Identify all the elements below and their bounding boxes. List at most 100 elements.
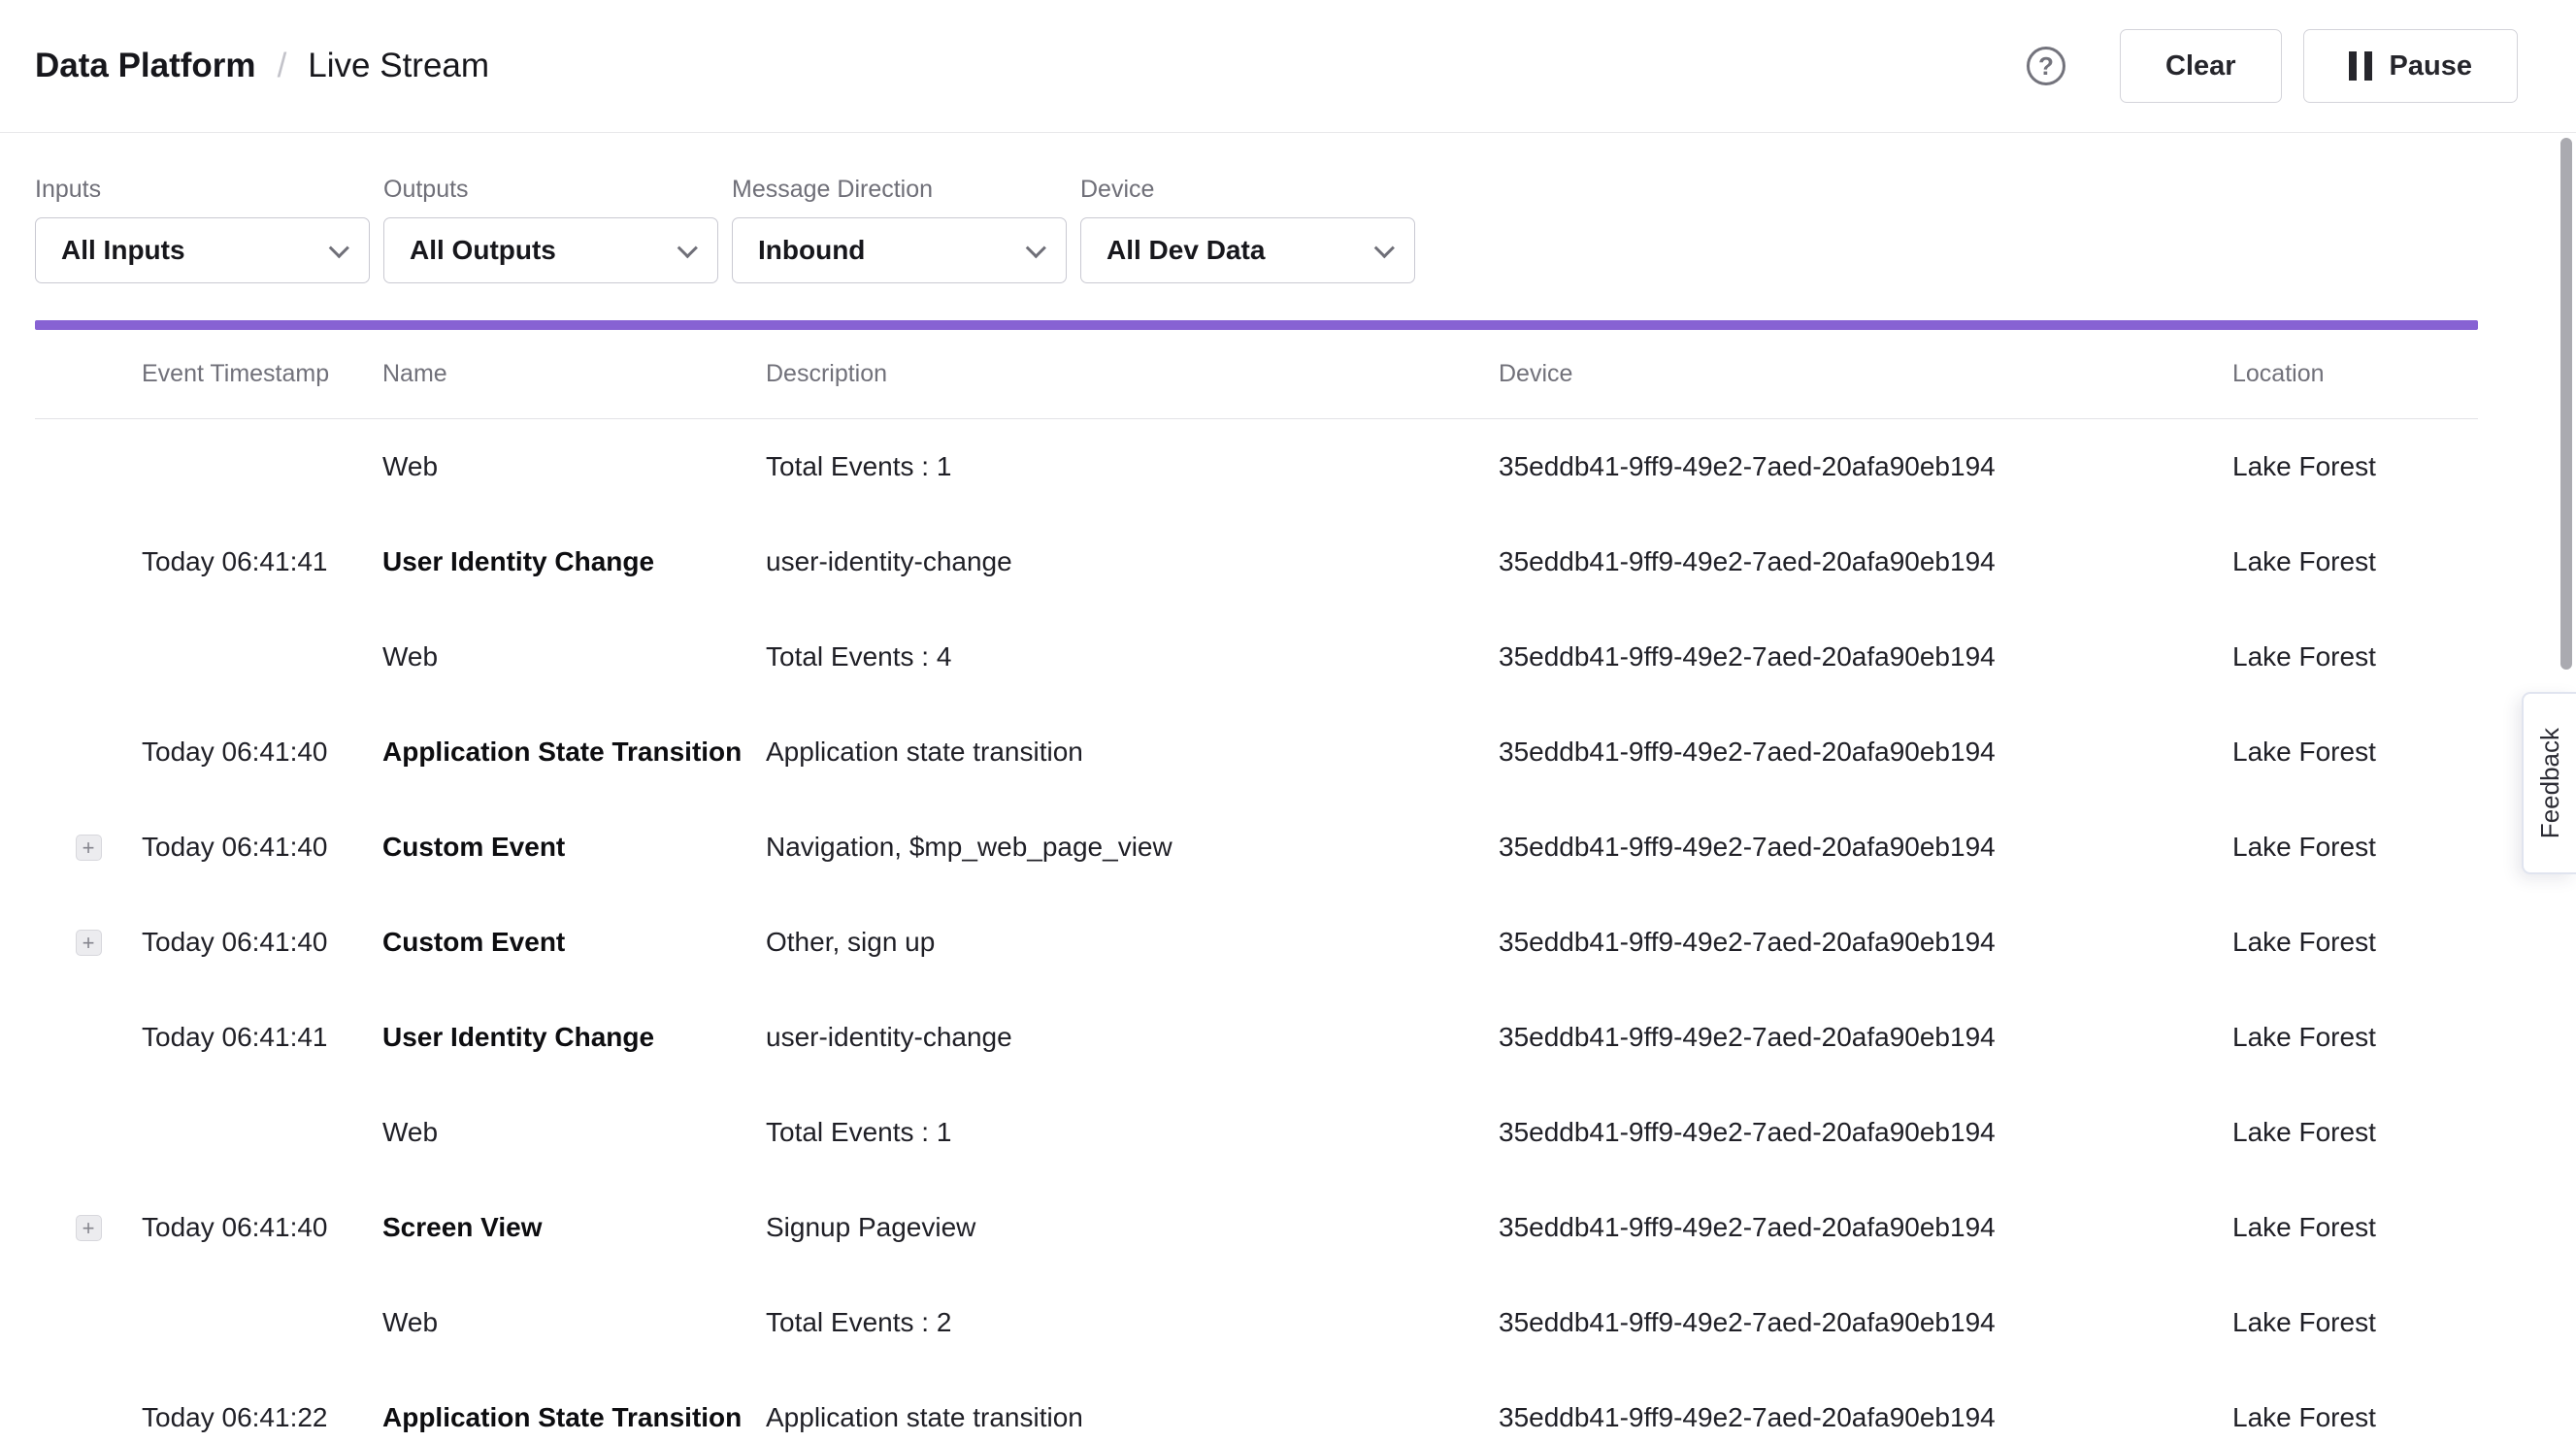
event-location-cell: Lake Forest: [2232, 927, 2478, 958]
event-device-cell: 35eddb41-9ff9-49e2-7aed-20afa90eb194: [1499, 1307, 2232, 1338]
table-row[interactable]: + Today 06:41:40Custom EventNavigation, $…: [35, 800, 2478, 895]
clear-button[interactable]: Clear: [2120, 29, 2282, 103]
event-name-cell: Web: [382, 1307, 766, 1338]
chevron-down-icon: [1374, 238, 1395, 258]
table-row[interactable]: +Today 06:41:40Screen ViewSignup Pagevie…: [35, 1180, 2478, 1275]
message-direction-filter-value: Inbound: [758, 235, 865, 266]
expand-icon[interactable]: +: [76, 835, 102, 861]
event-device-cell: 35eddb41-9ff9-49e2-7aed-20afa90eb194: [1499, 451, 2232, 482]
chevron-down-icon: [677, 238, 698, 258]
table-row[interactable]: WebTotal Events : 435eddb41-9ff9-49e2-7a…: [35, 609, 2478, 705]
table-header: Event Timestamp Name Description Device …: [35, 330, 2478, 419]
event-location-cell: Lake Forest: [2232, 451, 2478, 482]
device-filter-label: Device: [1080, 176, 1415, 204]
event-description-cell: Navigation, $mp_web_page_view: [766, 832, 1499, 863]
table-row[interactable]: Today 06:41:40Application State Transiti…: [35, 705, 2478, 800]
event-description-cell: Total Events : 1: [766, 451, 1499, 482]
stream-progress-bar: [35, 320, 2478, 330]
outputs-filter-select[interactable]: All Outputs: [383, 217, 718, 283]
event-name-cell: User Identity Change: [382, 1022, 766, 1053]
table-row[interactable]: Today 06:41:41User Identity Changeuser-i…: [35, 990, 2478, 1085]
chevron-down-icon: [1026, 238, 1046, 258]
breadcrumb: Data Platform / Live Stream: [35, 47, 489, 85]
event-description-cell: Application state transition: [766, 1402, 1499, 1433]
column-header-name: Name: [382, 360, 766, 388]
event-timestamp-cell: Today 06:41:41: [142, 1022, 382, 1053]
expand-icon[interactable]: +: [76, 1215, 102, 1241]
column-header-location: Location: [2232, 360, 2478, 388]
expand-icon[interactable]: +: [76, 930, 102, 956]
event-device-cell: 35eddb41-9ff9-49e2-7aed-20afa90eb194: [1499, 927, 2232, 958]
inputs-filter-value: All Inputs: [61, 235, 185, 266]
help-icon[interactable]: ?: [2027, 47, 2065, 85]
table-body: WebTotal Events : 135eddb41-9ff9-49e2-7a…: [35, 419, 2478, 1442]
event-name-cell: Web: [382, 451, 766, 482]
event-description-cell: Total Events : 2: [766, 1307, 1499, 1338]
event-description-cell: Total Events : 4: [766, 641, 1499, 672]
pause-button[interactable]: Pause: [2303, 29, 2518, 103]
event-name-cell: Custom Event: [382, 832, 766, 863]
event-name-cell: Web: [382, 1117, 766, 1148]
scrollbar-thumb[interactable]: [2560, 138, 2572, 670]
event-timestamp-cell: Today 06:41:41: [142, 546, 382, 577]
event-device-cell: 35eddb41-9ff9-49e2-7aed-20afa90eb194: [1499, 832, 2232, 863]
event-location-cell: Lake Forest: [2232, 1307, 2478, 1338]
breadcrumb-separator: /: [278, 47, 287, 85]
event-device-cell: 35eddb41-9ff9-49e2-7aed-20afa90eb194: [1499, 1402, 2232, 1433]
event-description-cell: Total Events : 1: [766, 1117, 1499, 1148]
inputs-filter-label: Inputs: [35, 176, 370, 204]
event-name-cell: Custom Event: [382, 927, 766, 958]
message-direction-filter-select[interactable]: Inbound: [732, 217, 1067, 283]
page-title: Live Stream: [308, 47, 489, 85]
table-row[interactable]: WebTotal Events : 235eddb41-9ff9-49e2-7a…: [35, 1275, 2478, 1370]
event-location-cell: Lake Forest: [2232, 1022, 2478, 1053]
outputs-filter-value: All Outputs: [410, 235, 556, 266]
table-row[interactable]: Today 06:41:41User Identity Changeuser-i…: [35, 514, 2478, 609]
device-filter-select[interactable]: All Dev Data: [1080, 217, 1415, 283]
event-device-cell: 35eddb41-9ff9-49e2-7aed-20afa90eb194: [1499, 1022, 2232, 1053]
event-name-cell: Application State Transition: [382, 1402, 766, 1433]
event-timestamp-cell: Today 06:41:40: [142, 832, 382, 863]
column-header-event-timestamp: Event Timestamp: [142, 360, 382, 388]
table-row[interactable]: WebTotal Events : 135eddb41-9ff9-49e2-7a…: [35, 419, 2478, 514]
event-device-cell: 35eddb41-9ff9-49e2-7aed-20afa90eb194: [1499, 737, 2232, 768]
pause-icon: [2349, 51, 2372, 81]
event-timestamp-cell: Today 06:41:22: [142, 1402, 382, 1433]
event-device-cell: 35eddb41-9ff9-49e2-7aed-20afa90eb194: [1499, 1212, 2232, 1243]
event-location-cell: Lake Forest: [2232, 641, 2478, 672]
inputs-filter-select[interactable]: All Inputs: [35, 217, 370, 283]
table-row[interactable]: Today 06:41:22Application State Transiti…: [35, 1370, 2478, 1442]
device-filter-value: All Dev Data: [1106, 235, 1265, 266]
event-location-cell: Lake Forest: [2232, 737, 2478, 768]
event-location-cell: Lake Forest: [2232, 1117, 2478, 1148]
expand-cell: +: [35, 835, 142, 861]
feedback-tab-label: Feedback: [2535, 728, 2565, 838]
table-row[interactable]: WebTotal Events : 135eddb41-9ff9-49e2-7a…: [35, 1085, 2478, 1180]
event-description-cell: user-identity-change: [766, 1022, 1499, 1053]
column-header-description: Description: [766, 360, 1499, 388]
expand-cell: +: [35, 930, 142, 956]
event-name-cell: User Identity Change: [382, 546, 766, 577]
event-device-cell: 35eddb41-9ff9-49e2-7aed-20afa90eb194: [1499, 641, 2232, 672]
breadcrumb-section[interactable]: Data Platform: [35, 47, 256, 85]
event-location-cell: Lake Forest: [2232, 832, 2478, 863]
event-device-cell: 35eddb41-9ff9-49e2-7aed-20afa90eb194: [1499, 546, 2232, 577]
event-description-cell: user-identity-change: [766, 546, 1499, 577]
chevron-down-icon: [329, 238, 349, 258]
table-row[interactable]: + Today 06:41:40Custom EventOther, sign u…: [35, 895, 2478, 990]
feedback-tab[interactable]: Feedback: [2522, 692, 2576, 874]
message-direction-filter-label: Message Direction: [732, 176, 1067, 204]
event-description-cell: Other, sign up: [766, 927, 1499, 958]
event-location-cell: Lake Forest: [2232, 1212, 2478, 1243]
filter-bar: Inputs All Inputs Outputs All Outputs Me…: [0, 133, 2576, 283]
event-description-cell: Application state transition: [766, 737, 1499, 768]
event-name-cell: Web: [382, 641, 766, 672]
event-location-cell: Lake Forest: [2232, 1402, 2478, 1433]
event-name-cell: Screen View: [382, 1212, 766, 1243]
event-location-cell: Lake Forest: [2232, 546, 2478, 577]
expand-cell: +: [35, 1215, 142, 1241]
event-timestamp-cell: Today 06:41:40: [142, 737, 382, 768]
event-timestamp-cell: Today 06:41:40: [142, 1212, 382, 1243]
event-device-cell: 35eddb41-9ff9-49e2-7aed-20afa90eb194: [1499, 1117, 2232, 1148]
event-timestamp-cell: Today 06:41:40: [142, 927, 382, 958]
